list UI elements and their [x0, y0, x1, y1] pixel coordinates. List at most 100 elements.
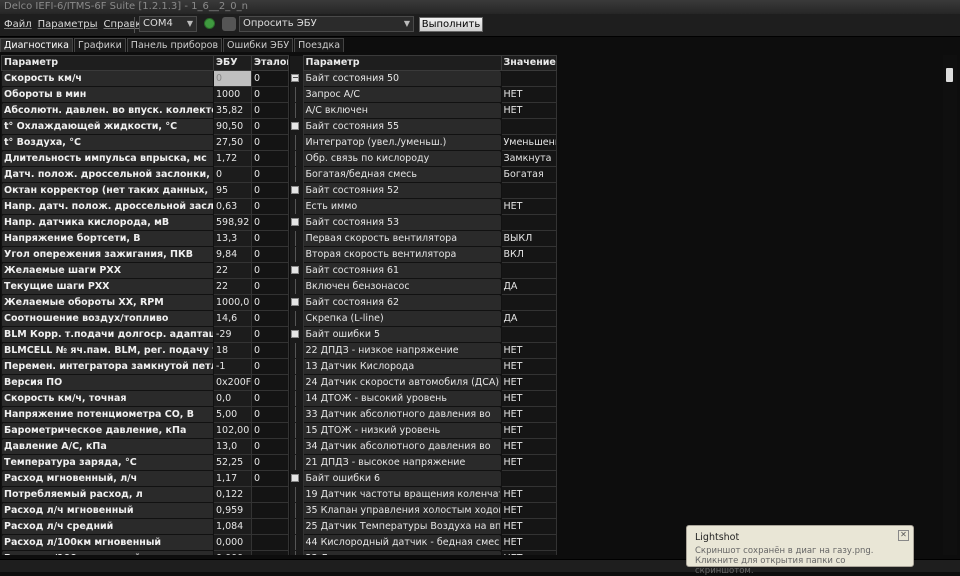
parameter-name-cell[interactable]: Обороты в мин — [1, 86, 214, 103]
table-row[interactable]: Скорость км/ч 0 0 — [1, 70, 289, 87]
reference-value-cell[interactable]: 0 — [251, 278, 289, 295]
port-select[interactable]: COM4 ▼ — [139, 16, 197, 32]
reference-value-cell[interactable]: 0 — [251, 102, 289, 119]
table-row[interactable]: 22 ДПДЗ - низкое напряжение НЕТ — [290, 342, 557, 359]
bit-value-cell[interactable] — [500, 470, 557, 487]
plus-box-icon[interactable] — [291, 185, 299, 194]
parameter-name-cell[interactable]: Скорость км/ч, точная — [1, 390, 214, 407]
table-row[interactable]: Барометрическое давление, кПа 102,00 0 — [1, 422, 289, 439]
parameter-name-cell[interactable]: Напряжение бортсети, В — [1, 230, 214, 247]
table-row[interactable]: А/С включен НЕТ — [290, 102, 557, 119]
ecu-value-cell[interactable]: 0,63 — [213, 198, 252, 215]
expand-icon[interactable] — [290, 214, 304, 231]
table-row[interactable]: 14 ДТОЖ - высокий уровень НЕТ — [290, 390, 557, 407]
bit-name-cell[interactable]: Байт состояния 50 — [302, 70, 502, 87]
table-row[interactable]: Скрепка (L-line) ДА — [290, 310, 557, 327]
ecu-value-cell[interactable]: 0,959 — [213, 502, 252, 519]
bit-value-cell[interactable] — [500, 326, 557, 343]
parameter-name-cell[interactable]: Абсолютн. давлен. во впуск. коллекторе, … — [1, 102, 214, 119]
table-row[interactable]: 33 Датчик абсолютного давления во НЕТ — [290, 406, 557, 423]
plus-box-icon[interactable] — [291, 265, 299, 274]
tab-trip[interactable]: Поездка — [294, 38, 345, 52]
ecu-value-cell[interactable]: 90,50 — [213, 118, 252, 135]
ecu-value-cell[interactable]: 35,82 — [213, 102, 252, 119]
bit-value-cell[interactable] — [500, 118, 557, 135]
expand-icon[interactable] — [290, 118, 304, 135]
table-row[interactable]: Включен бензонасос ДА — [290, 278, 557, 295]
parameter-name-cell[interactable]: Желаемые обороты ХХ, RPM — [1, 294, 214, 311]
ecu-value-cell[interactable]: 1000 — [213, 86, 252, 103]
bit-name-cell[interactable]: Байт состояния 62 — [302, 294, 502, 311]
bit-value-cell[interactable]: Уменьшени — [500, 134, 557, 151]
bit-value-cell[interactable]: НЕТ — [500, 358, 557, 375]
parameter-name-cell[interactable]: Скорость км/ч — [1, 70, 214, 87]
expand-icon[interactable] — [290, 294, 304, 311]
bit-value-cell[interactable] — [500, 214, 557, 231]
table-row[interactable]: Температура заряда, °С 52,25 0 — [1, 454, 289, 471]
parameter-name-cell[interactable]: Перемен. интегратора замкнутой петли топ… — [1, 358, 214, 375]
column-header-reference[interactable]: Эталон — [251, 55, 289, 71]
reference-value-cell[interactable]: 0 — [251, 198, 289, 215]
table-row[interactable]: Скорость км/ч, точная 0,0 0 — [1, 390, 289, 407]
minus-box-icon[interactable]: − — [291, 73, 299, 82]
table-row[interactable]: Байт состояния 61 — [290, 262, 557, 279]
reference-value-cell[interactable]: 0 — [251, 406, 289, 423]
bit-name-cell[interactable]: Интегратор (увел./уменьш.) — [302, 134, 502, 151]
menu-file[interactable]: Файл — [4, 14, 32, 36]
parameter-name-cell[interactable]: Напр. датчика кислорода, мВ — [1, 214, 214, 231]
parameter-name-cell[interactable]: Расход л/ч мгновенный — [1, 502, 214, 519]
parameter-name-cell[interactable]: Температура заряда, °С — [1, 454, 214, 471]
parameter-name-cell[interactable]: t° Воздуха, °С — [1, 134, 214, 151]
reference-value-cell[interactable]: 0 — [251, 70, 289, 87]
table-row[interactable]: Напр. датч. полож. дроссельной заслонки,… — [1, 198, 289, 215]
tab-charts[interactable]: Графики — [73, 38, 126, 52]
bit-value-cell[interactable] — [500, 262, 557, 279]
reference-value-cell[interactable]: 0 — [251, 358, 289, 375]
table-row[interactable]: Датч. полож. дроссельной заслонки, % 0 0 — [1, 166, 289, 183]
reference-value-cell[interactable]: 0 — [251, 390, 289, 407]
table-row[interactable]: 44 Кислородный датчик - бедная смесь НЕТ — [290, 534, 557, 551]
menu-parameters[interactable]: Параметры — [38, 14, 98, 36]
table-row[interactable]: 23 Датчик температуры воздуха на впускеН… — [290, 550, 557, 555]
bit-value-cell[interactable] — [500, 294, 557, 311]
bit-name-cell[interactable]: 24 Датчик скорости автомобиля (ДСА) — [302, 374, 502, 391]
plus-box-icon[interactable] — [291, 217, 299, 226]
ecu-value-cell[interactable]: 0,000 — [213, 534, 252, 551]
reference-value-cell[interactable]: 0 — [251, 166, 289, 183]
scrollbar-thumb[interactable] — [946, 68, 953, 82]
module-icon[interactable] — [222, 17, 236, 31]
ecu-value-cell[interactable]: 27,50 — [213, 134, 252, 151]
parameter-name-cell[interactable]: Напряжение потенциометра СО, В — [1, 406, 214, 423]
ecu-value-cell[interactable]: 0 — [213, 70, 252, 87]
reference-value-cell[interactable]: 0 — [251, 374, 289, 391]
bit-name-cell[interactable]: А/С включен — [302, 102, 502, 119]
bit-value-cell[interactable] — [500, 182, 557, 199]
bit-value-cell[interactable]: НЕТ — [500, 198, 557, 215]
table-row[interactable]: Напряжение бортсети, В 13,3 0 — [1, 230, 289, 247]
parameter-name-cell[interactable]: Напр. датч. полож. дроссельной заслонки,… — [1, 198, 214, 215]
ecu-value-cell[interactable]: 1,17 — [213, 470, 252, 487]
table-row[interactable]: t° Охлаждающей жидкости, °С 90,50 0 — [1, 118, 289, 135]
ecu-value-cell[interactable]: 0,122 — [213, 486, 252, 503]
table-row[interactable]: Байт состояния 52 — [290, 182, 557, 199]
bit-value-cell[interactable]: НЕТ — [500, 102, 557, 119]
bit-value-cell[interactable]: Замкнута — [500, 150, 557, 167]
table-row[interactable]: Расход л/ч мгновенный 0,959 — [1, 502, 289, 519]
reference-value-cell[interactable] — [251, 534, 289, 551]
table-row[interactable]: Запрос А/С НЕТ — [290, 86, 557, 103]
table-row[interactable]: − Байт состояния 50 — [290, 70, 557, 87]
table-row[interactable]: Расход л/100км мгновенный 0,000 — [1, 534, 289, 551]
bit-name-cell[interactable]: Байт состояния 53 — [302, 214, 502, 231]
column-header-ecu[interactable]: ЭБУ — [213, 55, 252, 71]
close-icon[interactable]: ✕ — [898, 530, 909, 541]
bit-name-cell[interactable]: 44 Кислородный датчик - бедная смесь — [302, 534, 502, 551]
reference-value-cell[interactable]: 0 — [251, 454, 289, 471]
table-row[interactable]: Интегратор (увел./уменьш.) Уменьшени — [290, 134, 557, 151]
table-row[interactable]: 19 Датчик частоты вращения коленчатого НЕ… — [290, 486, 557, 503]
table-row[interactable]: 24 Датчик скорости автомобиля (ДСА) НЕТ — [290, 374, 557, 391]
bit-name-cell[interactable]: Обр. связь по кислороду — [302, 150, 502, 167]
bit-name-cell[interactable]: 33 Датчик абсолютного давления во — [302, 406, 502, 423]
column-header-parameter[interactable]: Параметр — [1, 55, 214, 71]
plus-box-icon[interactable] — [291, 329, 299, 338]
table-row[interactable]: BLMCELL № яч.пам. BLM, рег. подачу топли… — [1, 342, 289, 359]
